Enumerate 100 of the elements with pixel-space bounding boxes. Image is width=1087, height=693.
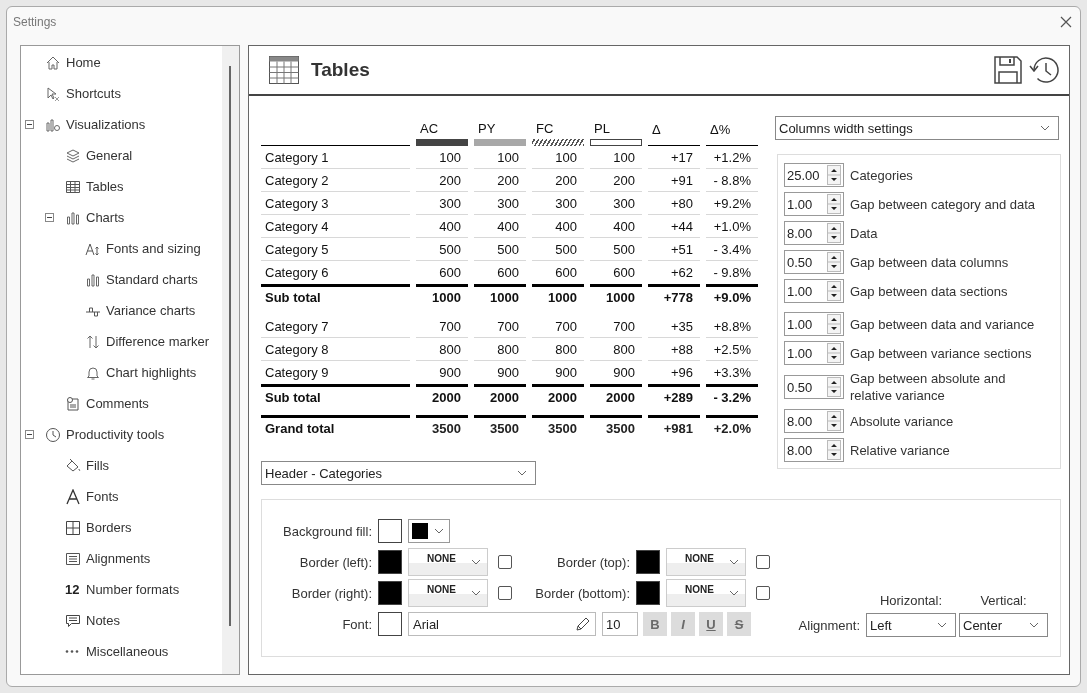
- setting-label: Absolute variance: [850, 412, 954, 430]
- font-size-field[interactable]: 10: [602, 612, 638, 636]
- row-label: Category 6: [265, 265, 329, 280]
- table-cell: 900: [497, 365, 519, 380]
- table-cell: +778: [663, 289, 693, 305]
- table-cell: 3500: [548, 420, 577, 436]
- table-cell: +91: [670, 172, 693, 188]
- nav-item[interactable]: General: [86, 148, 133, 163]
- table-cell: 400: [613, 218, 635, 234]
- row-label: Category 9: [265, 365, 329, 380]
- nav-item[interactable]: Variance charts: [106, 303, 196, 318]
- border-style-dropdown[interactable]: NONE: [408, 579, 488, 607]
- table-cell: 600: [555, 265, 577, 280]
- spin-field[interactable]: 8.00: [784, 221, 844, 245]
- border-style-dropdown[interactable]: NONE: [666, 579, 746, 607]
- table-cell: +1.2%: [713, 149, 751, 165]
- nav-item[interactable]: Difference marker: [106, 334, 210, 349]
- table-cell: 600: [497, 265, 519, 280]
- spin-field[interactable]: 0.50: [784, 250, 844, 274]
- column-header: FC: [535, 121, 554, 136]
- row-label: Sub total: [265, 289, 321, 305]
- nav-item[interactable]: Standard charts: [106, 272, 198, 287]
- spin-field[interactable]: 25.00: [784, 163, 844, 187]
- row-label: Sub total: [265, 389, 321, 405]
- nav-item[interactable]: Tables: [86, 179, 124, 194]
- table-cell: +3.3%: [713, 365, 751, 380]
- table-cell: 500: [613, 241, 635, 257]
- table-cell: 900: [555, 365, 577, 380]
- table-cell: 700: [555, 318, 577, 334]
- table-cell: +17: [670, 149, 693, 165]
- nav-item[interactable]: Visualizations: [66, 117, 146, 132]
- spin-field[interactable]: 8.00: [784, 438, 844, 462]
- spin-field[interactable]: 1.00: [784, 192, 844, 216]
- table-cell: +2.0%: [713, 420, 751, 436]
- nav-item[interactable]: Shortcuts: [66, 86, 121, 101]
- vertical-dropdown[interactable]: Center: [959, 613, 1048, 637]
- table-cell: 1000: [432, 289, 461, 305]
- horizontal-dropdown[interactable]: Left: [866, 613, 956, 637]
- row-label: Category 8: [265, 341, 329, 357]
- nav-item[interactable]: Borders: [86, 520, 132, 535]
- table-cell: 200: [439, 172, 461, 188]
- field-label: Border (bottom):: [534, 585, 630, 601]
- table-cell: 900: [613, 365, 635, 380]
- nav-item[interactable]: Number formats: [86, 582, 180, 597]
- nav-item[interactable]: Fonts and sizing: [106, 241, 201, 256]
- table-cell: 100: [497, 149, 519, 165]
- table-cell: +80: [670, 195, 693, 211]
- spin-field[interactable]: 1.00: [784, 279, 844, 303]
- table-cell: 400: [439, 218, 461, 234]
- field-label: Horizontal:: [879, 593, 943, 608]
- table-cell: 200: [555, 172, 577, 188]
- table-cell: +9.2%: [713, 195, 751, 211]
- nav-item[interactable]: Productivity tools: [66, 427, 165, 442]
- table-cell: - 3.4%: [713, 241, 751, 257]
- nav-item[interactable]: Miscellaneous: [86, 644, 169, 659]
- table-cell: - 9.8%: [713, 265, 751, 280]
- spin-field[interactable]: 8.00: [784, 409, 844, 433]
- table-cell: 2000: [548, 389, 577, 405]
- spin-field[interactable]: 1.00: [784, 341, 844, 365]
- settings-dropdown[interactable]: Columns width settings: [775, 116, 1059, 140]
- table-cell: 3500: [606, 420, 635, 436]
- table-cell: 1000: [490, 289, 519, 305]
- font-field[interactable]: Arial: [408, 612, 596, 636]
- table-cell: 500: [439, 241, 461, 257]
- nav-item[interactable]: Home: [66, 55, 101, 70]
- spin-field[interactable]: 0.50: [784, 375, 844, 399]
- element-dropdown[interactable]: Header - Categories: [261, 461, 536, 485]
- table-cell: 1000: [548, 289, 577, 305]
- table-cell: 3500: [432, 420, 461, 436]
- table-cell: 100: [613, 149, 635, 165]
- page-title: Tables: [311, 59, 370, 81]
- row-label: Category 7: [265, 318, 329, 334]
- border-style-dropdown[interactable]: NONE: [408, 548, 488, 576]
- setting-label: Gap between data and variance: [850, 315, 1035, 333]
- nav-item[interactable]: Notes: [86, 613, 120, 628]
- row-label: Category 5: [265, 241, 329, 257]
- table-cell: 800: [555, 341, 577, 357]
- nav-item[interactable]: Fills: [86, 458, 110, 473]
- table-cell: 600: [439, 265, 461, 280]
- table-cell: 800: [497, 341, 519, 357]
- setting-label: Gap between data sections: [850, 282, 1008, 300]
- field-label: Border (left):: [298, 554, 372, 570]
- table-cell: 300: [497, 195, 519, 211]
- nav-item[interactable]: Chart highlights: [106, 365, 197, 380]
- nav-item[interactable]: Comments: [86, 396, 149, 411]
- table-cell: +51: [670, 241, 693, 257]
- nav-item[interactable]: Charts: [86, 210, 125, 225]
- spin-field[interactable]: 1.00: [784, 312, 844, 336]
- row-label: Category 3: [265, 195, 329, 211]
- nav-item[interactable]: Alignments: [86, 551, 151, 566]
- border-style-dropdown[interactable]: NONE: [666, 548, 746, 576]
- table-cell: 800: [613, 341, 635, 357]
- table-cell: 900: [439, 365, 461, 380]
- row-label: Category 1: [265, 149, 329, 165]
- setting-label: Categories: [850, 166, 913, 184]
- column-header: AC: [419, 121, 439, 136]
- column-header: PY: [477, 121, 496, 136]
- table-cell: +2.5%: [713, 341, 751, 357]
- table-cell: +981: [663, 420, 693, 436]
- nav-item[interactable]: Fonts: [86, 489, 119, 504]
